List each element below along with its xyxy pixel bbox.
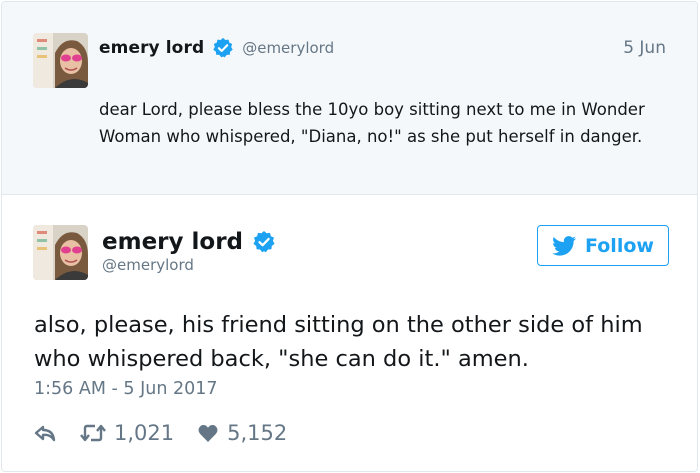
tweet-timestamp[interactable]: 1:56 AM - 5 Jun 2017 (34, 379, 218, 399)
heart-icon (198, 424, 218, 442)
reply-icon (34, 425, 56, 442)
verified-icon (253, 231, 275, 253)
retweet-count: 1,021 (114, 421, 175, 445)
tweet-date[interactable]: 5 Jun (623, 38, 666, 58)
main-name-row: emery lord (102, 227, 276, 257)
retweet-button[interactable]: 1,021 (80, 421, 198, 445)
reply-button[interactable] (34, 423, 80, 443)
twitter-bird-icon (552, 235, 577, 256)
like-button[interactable]: 5,152 (198, 421, 287, 445)
tweet-embed: emery lord @emerylord 5 Jun dear Lord, p… (1, 1, 698, 472)
parent-name-row: emery lord @emerylord (99, 36, 334, 60)
user-handle[interactable]: @emerylord (102, 256, 194, 274)
user-name[interactable]: emery lord (99, 38, 204, 58)
parent-tweet[interactable]: emery lord @emerylord 5 Jun dear Lord, p… (2, 2, 697, 195)
avatar[interactable] (33, 33, 88, 88)
follow-label: Follow (585, 234, 654, 257)
avatar[interactable] (33, 225, 88, 280)
tweet-text: dear Lord, please bless the 10yo boy sit… (99, 100, 645, 146)
user-handle[interactable]: @emerylord (242, 39, 334, 57)
tweet-actions: 1,021 5,152 (34, 418, 287, 448)
like-count: 5,152 (227, 421, 288, 445)
follow-button[interactable]: Follow (537, 225, 669, 266)
user-name[interactable]: emery lord (102, 229, 243, 255)
retweet-icon (80, 424, 106, 442)
tweet-text: also, please, his friend sitting on the … (34, 312, 643, 372)
verified-icon (213, 37, 233, 58)
